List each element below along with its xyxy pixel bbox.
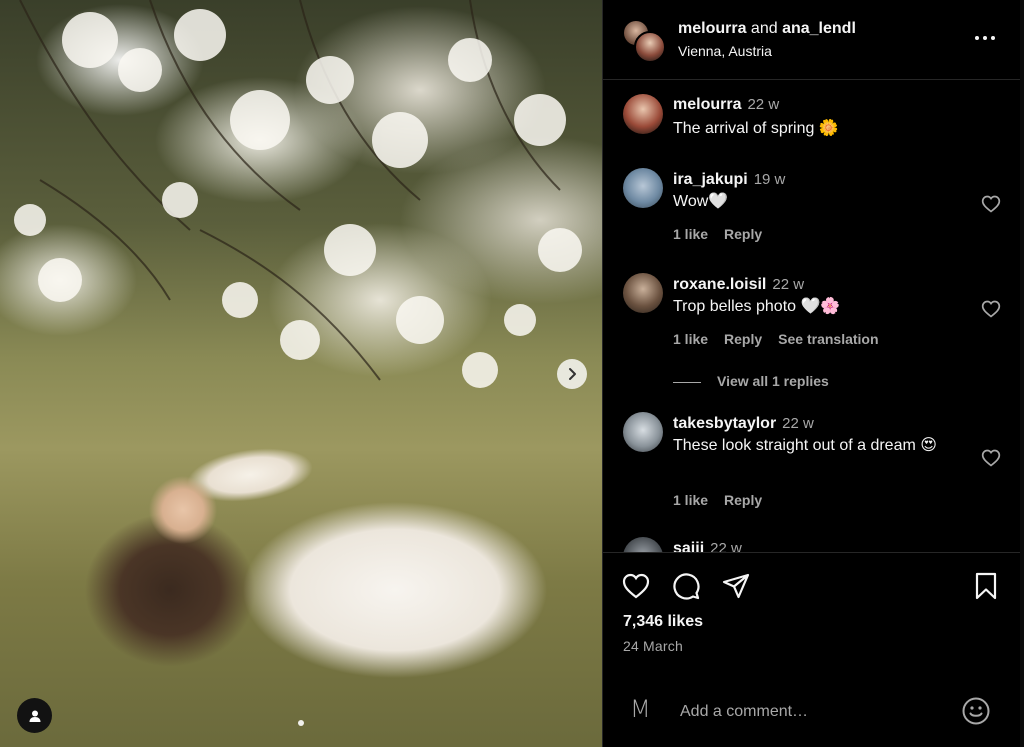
emoji-icon[interactable] <box>961 696 991 726</box>
comment-username[interactable]: ira_jakupi 19 w <box>673 171 785 189</box>
post-photo[interactable] <box>0 0 602 747</box>
authors-conjunction: and <box>750 20 778 37</box>
more-icon[interactable] <box>973 28 997 48</box>
post-location[interactable]: Vienna, Austria <box>678 43 772 59</box>
post-actions: 7,346 likes 24 March <box>603 552 1021 663</box>
comment-username[interactable]: melourra 22 w <box>673 96 779 114</box>
comment-username[interactable]: takesbytaylor 22 w <box>673 415 814 433</box>
comment-time: 19 w <box>753 171 786 188</box>
comment-meta: 1 like Reply See translation <box>673 331 895 347</box>
reply-button[interactable]: Reply <box>724 226 762 242</box>
m-icon: M <box>630 695 651 723</box>
author-link-2[interactable]: ana_lendl <box>782 20 856 37</box>
comment-input[interactable] <box>678 699 952 725</box>
heart-icon[interactable] <box>981 299 1001 319</box>
slide-dot-active <box>298 720 304 726</box>
post-header: melourra and ana_lendl Vienna, Austria <box>603 0 1021 80</box>
comment-likes[interactable]: 1 like <box>673 492 708 508</box>
comment-text: Wow🤍 <box>673 193 729 210</box>
heart-icon[interactable] <box>621 571 651 601</box>
avatar[interactable] <box>623 412 663 452</box>
comments-list[interactable]: melourra 22 w The arrival of spring 🌼 ira… <box>603 80 1021 552</box>
comment-text: These look straight out of a dream 😍 <box>673 437 937 454</box>
comment-time: 22 w <box>772 276 805 293</box>
window-edge <box>1020 0 1024 747</box>
avatar[interactable] <box>623 168 663 208</box>
collab-avatars[interactable] <box>622 19 666 63</box>
avatar[interactable] <box>623 537 663 552</box>
comment-composer: M <box>603 675 1021 747</box>
author-link-1[interactable]: melourra <box>678 20 746 37</box>
comment-likes[interactable]: 1 like <box>673 226 708 242</box>
user-tag-icon <box>29 710 40 722</box>
photo-face <box>148 475 218 545</box>
reply-button[interactable]: Reply <box>724 492 762 508</box>
slide-indicator <box>0 720 602 726</box>
comment-username[interactable]: saiii 22 w <box>673 540 742 552</box>
comment-time: 22 w <box>747 96 780 113</box>
post-side-panel: melourra and ana_lendl Vienna, Austria m… <box>602 0 1021 747</box>
share-icon[interactable] <box>721 571 751 601</box>
reply-button[interactable]: Reply <box>724 331 762 347</box>
view-replies-button[interactable]: View all 1 replies <box>673 373 829 389</box>
comment-time: 22 w <box>710 540 742 552</box>
comment-meta: 1 like Reply <box>673 226 778 242</box>
bookmark-icon[interactable] <box>971 571 1001 601</box>
post-authors: melourra and ana_lendl <box>678 20 856 38</box>
comment-time: 22 w <box>782 415 814 432</box>
comment-icon[interactable] <box>671 571 701 601</box>
heart-icon[interactable] <box>981 448 1001 468</box>
user-tag-button[interactable] <box>17 698 52 733</box>
avatar[interactable] <box>623 94 663 134</box>
avatar <box>634 31 666 63</box>
chevron-right-icon <box>569 368 576 380</box>
post-date: 24 March <box>623 638 683 654</box>
likes-count[interactable]: 7,346 likes <box>623 613 703 631</box>
comment-text: Trop belles photo 🤍🌸 <box>673 298 841 315</box>
comment-meta: 1 like Reply <box>673 492 778 508</box>
see-translation-button[interactable]: See translation <box>778 331 878 347</box>
replies-divider <box>673 381 701 383</box>
comment-text: The arrival of spring 🌼 <box>673 120 839 137</box>
next-slide-button[interactable] <box>557 359 587 389</box>
comment-username[interactable]: roxane.loisil 22 w <box>673 276 804 294</box>
comment-likes[interactable]: 1 like <box>673 331 708 347</box>
heart-icon[interactable] <box>981 194 1001 214</box>
avatar[interactable] <box>623 273 663 313</box>
